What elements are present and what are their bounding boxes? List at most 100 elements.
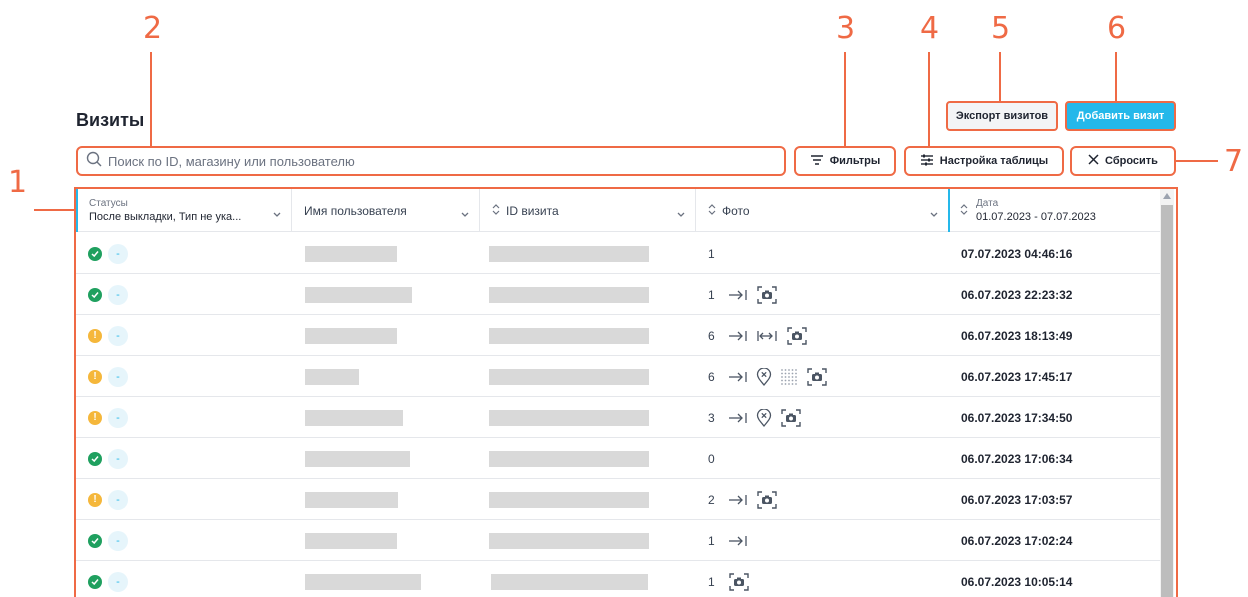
redacted-username (305, 573, 421, 590)
search-box[interactable] (76, 146, 786, 176)
username-cell (305, 479, 398, 520)
photo-count: 1 (708, 533, 715, 548)
visit-date: 06.07.2023 17:03:57 (961, 492, 1073, 507)
photo-cell: 6 (708, 356, 828, 397)
status-column-value: После выкладки, Тип не ука... (89, 211, 242, 223)
photo-cell: 2 (708, 479, 778, 520)
scrollbar-thumb[interactable] (1161, 205, 1173, 597)
arrow-to-line-icon[interactable] (728, 412, 748, 424)
username-cell (305, 438, 410, 479)
visit-id-cell (489, 479, 649, 520)
camera-icon[interactable] (780, 408, 802, 428)
vertical-scrollbar[interactable] (1160, 189, 1174, 597)
arrow-to-line-icon[interactable] (728, 535, 748, 547)
visit-type-badge: - (108, 407, 128, 428)
location-x-icon[interactable] (756, 367, 772, 386)
visit-type-badge: - (108, 366, 128, 387)
chevron-down-icon (677, 207, 685, 221)
username-cell (305, 520, 397, 561)
visit-type-badge: - (108, 530, 128, 551)
status-ok-icon (88, 287, 102, 302)
visit-type-badge: - (108, 243, 128, 264)
grid-dots-icon[interactable] (780, 368, 798, 386)
export-visits-button[interactable]: Экспорт визитов (946, 101, 1058, 131)
table-row[interactable]: - 1 06.07.2023 22:23:32 (76, 274, 1162, 315)
camera-icon[interactable] (756, 285, 778, 305)
sort-icon (708, 203, 716, 218)
add-visit-button[interactable]: Добавить визит (1065, 101, 1176, 131)
table-row[interactable]: ! - 2 06.07.2023 17:03:57 (76, 479, 1162, 520)
visit-date: 06.07.2023 17:02:24 (961, 533, 1073, 548)
scroll-up-icon[interactable] (1163, 193, 1171, 199)
search-input[interactable] (108, 153, 708, 169)
arrow-to-line-icon[interactable] (728, 371, 748, 383)
search-icon (86, 151, 102, 172)
table-row[interactable]: - 0 06.07.2023 17:06:34 (76, 438, 1162, 479)
redacted-username (305, 368, 359, 385)
status-warning-icon: ! (88, 369, 102, 384)
callout-line-4 (928, 52, 930, 146)
arrow-to-line-icon[interactable] (728, 494, 748, 506)
arrow-to-line-icon[interactable] (728, 330, 748, 342)
status-cell: - (88, 438, 128, 479)
camera-icon[interactable] (806, 367, 828, 387)
photo-cell: 6 (708, 315, 808, 356)
status-column-label: Статусы (89, 198, 128, 209)
status-cell: ! - (88, 479, 128, 520)
visit-date: 06.07.2023 18:13:49 (961, 328, 1073, 343)
column-header-photo[interactable]: Фото (696, 189, 950, 232)
filters-button[interactable]: Фильтры (794, 146, 896, 176)
table-row[interactable]: ! - 6 06.07.2023 18:13:49 (76, 315, 1162, 356)
visit-id-cell (489, 520, 649, 561)
arrows-between-icon[interactable] (756, 330, 778, 342)
username-cell (305, 561, 421, 597)
visits-table: Статусы После выкладки, Тип не ука... Им… (74, 187, 1178, 597)
username-cell (305, 397, 403, 438)
status-cell: - (88, 520, 128, 561)
visit-date: 06.07.2023 17:45:17 (961, 369, 1073, 384)
callout-number-4: 4 (920, 11, 940, 46)
redacted-visit-id (489, 368, 649, 385)
close-icon (1088, 154, 1099, 168)
photo-count: 3 (708, 410, 715, 425)
visit-type-badge: - (108, 489, 128, 510)
table-row[interactable]: ! - 3 06.07.2023 17:34:50 (76, 397, 1162, 438)
visit-date: 06.07.2023 17:34:50 (961, 410, 1073, 425)
column-header-status[interactable]: Статусы После выкладки, Тип не ука... (76, 189, 292, 232)
column-header-visit-id[interactable]: ID визита (480, 189, 696, 232)
username-cell (305, 356, 359, 397)
table-settings-button[interactable]: Настройка таблицы (904, 146, 1064, 176)
photo-cell: 0 (708, 438, 720, 479)
callout-number-7: 7 (1224, 144, 1244, 179)
arrow-to-line-icon[interactable] (728, 289, 748, 301)
status-cell: ! - (88, 315, 128, 356)
status-warning-icon: ! (88, 492, 102, 507)
redacted-username (305, 409, 403, 426)
visit-id-cell (489, 438, 649, 479)
camera-icon[interactable] (728, 572, 750, 592)
table-row[interactable]: - 1 07.07.2023 04:46:16 (76, 233, 1162, 274)
location-x-icon[interactable] (756, 408, 772, 427)
table-header: Статусы После выкладки, Тип не ука... Им… (76, 189, 1162, 232)
chevron-down-icon (930, 207, 938, 221)
column-header-username[interactable]: Имя пользователя (292, 189, 480, 232)
table-row[interactable]: - 1 06.07.2023 10:05:14 (76, 561, 1162, 597)
camera-icon[interactable] (756, 490, 778, 510)
redacted-username (305, 245, 397, 262)
sort-icon (960, 203, 968, 218)
callout-line-2 (150, 52, 152, 146)
callout-number-6: 6 (1107, 11, 1127, 46)
status-ok-icon (88, 451, 102, 466)
redacted-username (305, 491, 398, 508)
status-cell: - (88, 561, 128, 597)
table-row[interactable]: ! - 6 06.07.2023 17:45:17 (76, 356, 1162, 397)
reset-label: Сбросить (1105, 155, 1158, 167)
camera-icon[interactable] (786, 326, 808, 346)
redacted-visit-id (489, 327, 649, 344)
callout-line-5 (999, 52, 1001, 101)
reset-button[interactable]: Сбросить (1070, 146, 1176, 176)
username-cell (305, 274, 412, 315)
table-row[interactable]: - 1 06.07.2023 17:02:24 (76, 520, 1162, 561)
column-header-date[interactable]: Дата 01.07.2023 - 07.07.2023 (950, 189, 1162, 232)
visit-type-badge: - (108, 571, 128, 592)
